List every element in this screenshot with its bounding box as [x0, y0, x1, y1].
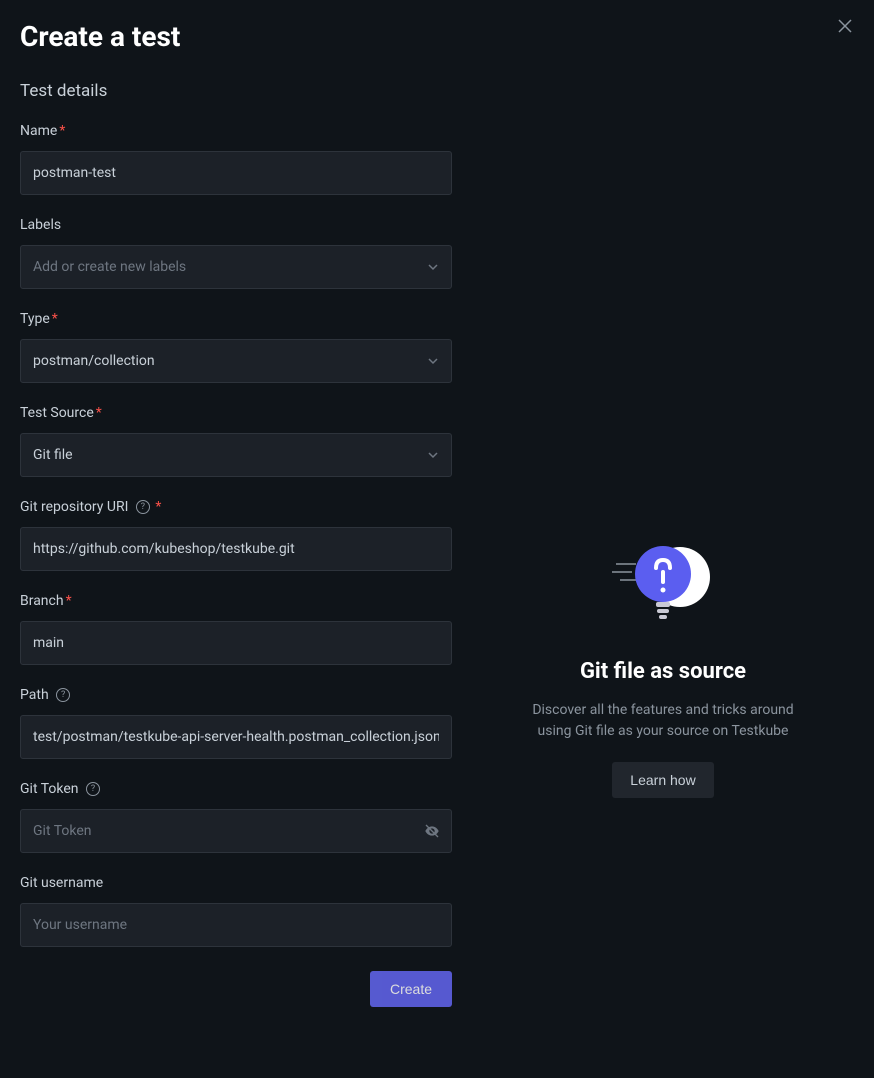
close-button[interactable]	[838, 18, 852, 36]
chevron-down-icon	[427, 261, 439, 273]
test-source-group: Test Source* Git file	[20, 405, 452, 477]
test-source-label: Test Source*	[20, 405, 452, 421]
learn-how-button[interactable]: Learn how	[612, 762, 713, 798]
test-source-select[interactable]: Git file	[20, 433, 452, 477]
eye-off-icon[interactable]	[424, 823, 440, 839]
path-group: Path ?	[20, 687, 452, 759]
path-input[interactable]	[20, 715, 452, 759]
branch-label: Branch*	[20, 593, 452, 609]
git-uri-label: Git repository URI ? *	[20, 499, 452, 515]
required-mark: *	[155, 499, 161, 515]
git-token-input[interactable]	[20, 809, 452, 853]
labels-label: Labels	[20, 217, 452, 233]
info-column: Git file as source Discover all the feat…	[472, 123, 854, 1007]
form-column: Name* Labels Add or create new labels Ty…	[20, 123, 452, 1007]
branch-input[interactable]	[20, 621, 452, 665]
lightbulb-illustration	[608, 532, 718, 631]
git-username-label: Git username	[20, 875, 452, 891]
labels-select[interactable]: Add or create new labels	[20, 245, 452, 289]
path-label: Path ?	[20, 687, 452, 703]
required-mark: *	[59, 123, 65, 139]
git-token-wrapper	[20, 809, 452, 853]
git-uri-input[interactable]	[20, 527, 452, 571]
labels-group: Labels Add or create new labels	[20, 217, 452, 289]
required-mark: *	[66, 593, 72, 609]
name-group: Name*	[20, 123, 452, 195]
modal-title: Create a test	[20, 20, 854, 53]
create-test-modal: Create a test Test details Name* Labels …	[0, 0, 874, 1078]
type-select[interactable]: postman/collection	[20, 339, 452, 383]
git-username-input[interactable]	[20, 903, 452, 947]
git-token-group: Git Token ?	[20, 781, 452, 853]
chevron-down-icon	[427, 355, 439, 367]
git-uri-group: Git repository URI ? *	[20, 499, 452, 571]
required-mark: *	[96, 405, 102, 421]
section-title: Test details	[20, 81, 854, 101]
help-icon[interactable]: ?	[86, 782, 100, 796]
chevron-down-icon	[427, 449, 439, 461]
content-wrapper: Name* Labels Add or create new labels Ty…	[20, 123, 854, 1007]
info-title: Git file as source	[580, 659, 746, 684]
help-icon[interactable]: ?	[136, 500, 150, 514]
name-label: Name*	[20, 123, 452, 139]
info-description: Discover all the features and tricks aro…	[523, 700, 803, 742]
close-icon	[838, 19, 852, 33]
type-label: Type*	[20, 311, 452, 327]
git-token-label: Git Token ?	[20, 781, 452, 797]
help-icon[interactable]: ?	[56, 688, 70, 702]
required-mark: *	[52, 311, 58, 327]
create-button[interactable]: Create	[370, 971, 452, 1007]
type-group: Type* postman/collection	[20, 311, 452, 383]
branch-group: Branch*	[20, 593, 452, 665]
form-actions: Create	[20, 971, 452, 1007]
git-username-group: Git username	[20, 875, 452, 947]
name-input[interactable]	[20, 151, 452, 195]
